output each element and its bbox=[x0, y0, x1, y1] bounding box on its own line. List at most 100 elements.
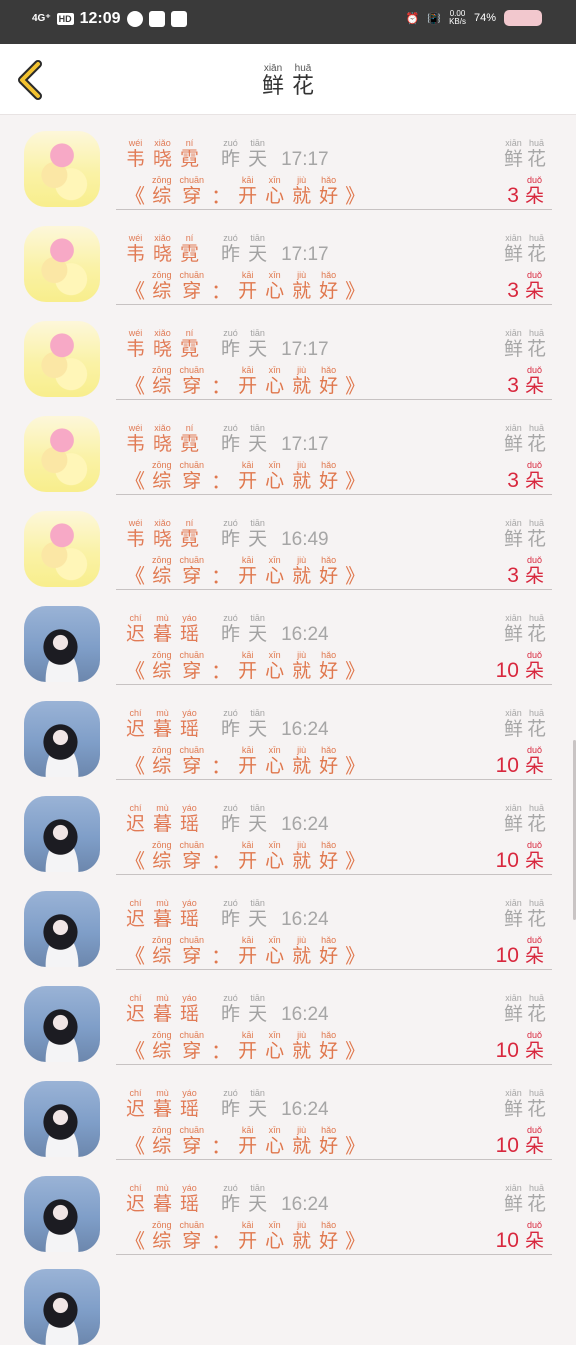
sender-name[interactable]: wéi 韦 xiǎo 晓 ní 霓 bbox=[122, 131, 203, 169]
hanzi: 天 bbox=[248, 1193, 268, 1215]
count-number: 10 bbox=[495, 1134, 519, 1157]
hanzi: 韦 bbox=[126, 528, 146, 550]
colon: ： bbox=[211, 184, 232, 208]
photo-avatar[interactable] bbox=[24, 606, 100, 682]
ruby-char: xiǎo 晓 bbox=[153, 139, 172, 169]
ruby-char: zuó 昨 bbox=[221, 1089, 240, 1119]
list-item[interactable]: wéi 韦 xiǎo 晓 ní 霓 zuó 昨 tiān 天 17:17 《 zōng 综 chuān 穿： k… bbox=[0, 305, 576, 400]
sender-name[interactable]: wéi 韦 xiǎo 晓 ní 霓 bbox=[122, 511, 203, 549]
pinyin: chuān bbox=[179, 555, 205, 565]
sender-name[interactable]: chí 迟 mù 暮 yáo 瑶 bbox=[122, 1081, 203, 1119]
list-item[interactable]: wéi 韦 xiǎo 晓 ní 霓 zuó 昨 tiān 天 17:17 《 zōng 综 chuān 穿： k… bbox=[0, 210, 576, 305]
photo-avatar[interactable] bbox=[24, 796, 100, 872]
hanzi: 晓 bbox=[153, 528, 173, 550]
hanzi: 就 bbox=[292, 565, 312, 587]
hanzi: 花 bbox=[526, 1003, 546, 1025]
book-title[interactable]: 《 zōng 综 chuān 穿： kāi 开 xīn 心 jiù 就 hǎo 好》 bbox=[122, 364, 368, 397]
hanzi: 韦 bbox=[126, 243, 146, 265]
pinyin: zuó bbox=[223, 328, 238, 338]
hd-badge: HD bbox=[56, 13, 74, 25]
ruby-char: hǎo 好 bbox=[319, 556, 338, 586]
pinyin: zōng bbox=[152, 1030, 172, 1040]
sender-name[interactable]: wéi 韦 xiǎo 晓 ní 霓 bbox=[122, 321, 203, 359]
photo-avatar[interactable] bbox=[24, 1081, 100, 1157]
list-item[interactable]: wéi 韦 xiǎo 晓 ní 霓 zuó 昨 tiān 天 16:49 《 zōng 综 chuān 穿： k… bbox=[0, 495, 576, 590]
pinyin: zuó bbox=[223, 803, 238, 813]
book-title[interactable]: 《 zōng 综 chuān 穿： kāi 开 xīn 心 jiù 就 hǎo 好》 bbox=[122, 934, 368, 967]
pinyin: xiān bbox=[505, 898, 522, 908]
photo-avatar[interactable] bbox=[24, 701, 100, 777]
ruby-char: xiān 鲜 bbox=[262, 64, 284, 98]
book-title[interactable]: 《 zōng 综 chuān 穿： kāi 开 xīn 心 jiù 就 hǎo 好》 bbox=[122, 459, 368, 492]
pinyin: xiān bbox=[505, 233, 522, 243]
gift-count: 3 duǒ 朵 bbox=[507, 174, 548, 207]
sender-name[interactable]: wéi 韦 xiǎo 晓 ní 霓 bbox=[122, 226, 203, 264]
list-item[interactable]: chí 迟 mù 暮 yáo 瑶 zuó 昨 tiān 天 16:24 《 zōng 综 chuān 穿： kā… bbox=[0, 1065, 576, 1160]
ruby-char: chuān 穿 bbox=[180, 936, 205, 966]
book-title[interactable]: 《 zōng 综 chuān 穿： kāi 开 xīn 心 jiù 就 hǎo 好》 bbox=[122, 744, 368, 777]
pinyin: duǒ bbox=[526, 270, 542, 280]
pinyin: kāi bbox=[241, 460, 254, 470]
book-title[interactable]: 《 zōng 综 chuān 穿： kāi 开 xīn 心 jiù 就 hǎo 好》 bbox=[122, 1124, 368, 1157]
pinyin: kāi bbox=[241, 365, 254, 375]
sender-name[interactable]: chí 迟 mù 暮 yáo 瑶 bbox=[122, 701, 203, 739]
sender-name[interactable]: chí 迟 mù 暮 yáo 瑶 bbox=[122, 1176, 203, 1214]
photo-avatar[interactable] bbox=[24, 891, 100, 967]
gift-record-list[interactable]: wéi 韦 xiǎo 晓 ní 霓 zuó 昨 tiān 天 17:17 《 zōng 综 chuān 穿： k… bbox=[0, 115, 576, 1255]
ruby-char: zōng 综 bbox=[152, 841, 172, 871]
time-text: 16:24 bbox=[281, 719, 329, 740]
book-title[interactable]: 《 zōng 综 chuān 穿： kāi 开 xīn 心 jiù 就 hǎo 好》 bbox=[122, 649, 368, 682]
list-item[interactable]: chí 迟 mù 暮 yáo 瑶 zuó 昨 tiān 天 16:24 《 zōng 综 chuān 穿： kā… bbox=[0, 780, 576, 875]
hanzi: 昨 bbox=[221, 908, 241, 930]
list-item[interactable]: chí 迟 mù 暮 yáo 瑶 zuó 昨 tiān 天 16:24 《 zōng 综 chuān 穿： kā… bbox=[0, 970, 576, 1065]
hanzi: 昨 bbox=[221, 243, 241, 265]
pinyin: jiù bbox=[297, 745, 307, 755]
hanzi: 开 bbox=[238, 185, 258, 207]
anime-girl-avatar[interactable] bbox=[24, 511, 100, 587]
list-item[interactable]: wéi 韦 xiǎo 晓 ní 霓 zuó 昨 tiān 天 17:17 《 zōng 综 chuān 穿： k… bbox=[0, 115, 576, 210]
gift-type-label: xiān 鲜 huā 花 bbox=[502, 517, 548, 549]
sender-name[interactable]: wéi 韦 xiǎo 晓 ní 霓 bbox=[122, 416, 203, 454]
ruby-char: huā 花 bbox=[527, 804, 546, 834]
book-title[interactable]: 《 zōng 综 chuān 穿： kāi 开 xīn 心 jiù 就 hǎo 好》 bbox=[122, 269, 368, 302]
count-number: 10 bbox=[495, 754, 519, 777]
hanzi: 就 bbox=[292, 375, 312, 397]
sender-name[interactable]: chí 迟 mù 暮 yáo 瑶 bbox=[122, 891, 203, 929]
pinyin: yáo bbox=[182, 803, 197, 813]
book-title[interactable]: 《 zōng 综 chuān 穿： kāi 开 xīn 心 jiù 就 hǎo 好》 bbox=[122, 554, 368, 587]
list-item[interactable]: chí 迟 mù 暮 yáo 瑶 zuó 昨 tiān 天 16:24 《 zōng 综 chuān 穿： kā… bbox=[0, 1160, 576, 1255]
book-title-part-a: zōng 综 chuān 穿 bbox=[148, 1031, 208, 1061]
pinyin: ní bbox=[185, 328, 194, 338]
app-icon bbox=[170, 11, 187, 27]
pinyin: tiān bbox=[250, 138, 265, 148]
hanzi: 霓 bbox=[180, 433, 200, 455]
list-item[interactable]: chí 迟 mù 暮 yáo 瑶 zuó 昨 tiān 天 16:24 《 zōng 综 chuān 穿： kā… bbox=[0, 685, 576, 780]
list-item[interactable]: chí 迟 mù 暮 yáo 瑶 zuó 昨 tiān 天 16:24 《 zōng 综 chuān 穿： kā… bbox=[0, 875, 576, 970]
book-title[interactable]: 《 zōng 综 chuān 穿： kāi 开 xīn 心 jiù 就 hǎo 好》 bbox=[122, 174, 368, 208]
hanzi: 好 bbox=[319, 850, 339, 872]
book-title[interactable]: 《 zōng 综 chuān 穿： kāi 开 xīn 心 jiù 就 hǎo 好》 bbox=[122, 1219, 368, 1252]
ruby-char: xīn 心 bbox=[265, 1221, 284, 1251]
pinyin: xiān bbox=[505, 803, 522, 813]
ruby-char: xiān 鲜 bbox=[504, 424, 523, 454]
hanzi: 朵 bbox=[524, 280, 544, 302]
book-title[interactable]: 《 zōng 综 chuān 穿： kāi 开 xīn 心 jiù 就 hǎo 好》 bbox=[122, 1029, 368, 1062]
pinyin: kāi bbox=[241, 650, 254, 660]
photo-avatar[interactable] bbox=[24, 1176, 100, 1252]
photo-avatar[interactable] bbox=[24, 986, 100, 1062]
anime-girl-avatar[interactable] bbox=[24, 131, 100, 207]
list-item[interactable]: wéi 韦 xiǎo 晓 ní 霓 zuó 昨 tiān 天 17:17 《 zōng 综 chuān 穿： k… bbox=[0, 400, 576, 495]
book-title[interactable]: 《 zōng 综 chuān 穿： kāi 开 xīn 心 jiù 就 hǎo 好》 bbox=[122, 839, 368, 872]
anime-girl-avatar[interactable] bbox=[24, 226, 100, 302]
sender-name[interactable]: chí 迟 mù 暮 yáo 瑶 bbox=[122, 796, 203, 834]
hanzi: 开 bbox=[238, 660, 258, 682]
ruby-char: zuó 昨 bbox=[221, 614, 240, 644]
ruby-char: ní 霓 bbox=[180, 519, 199, 549]
anime-girl-avatar[interactable] bbox=[24, 416, 100, 492]
ruby-char: kāi 开 bbox=[238, 461, 257, 491]
count-number: 10 bbox=[495, 1039, 519, 1062]
sender-name[interactable]: chí 迟 mù 暮 yáo 瑶 bbox=[122, 986, 203, 1024]
sender-name[interactable]: chí 迟 mù 暮 yáo 瑶 bbox=[122, 606, 203, 644]
anime-girl-avatar[interactable] bbox=[24, 321, 100, 397]
list-item[interactable]: chí 迟 mù 暮 yáo 瑶 zuó 昨 tiān 天 16:24 《 zōng 综 chuān 穿： kā… bbox=[0, 590, 576, 685]
